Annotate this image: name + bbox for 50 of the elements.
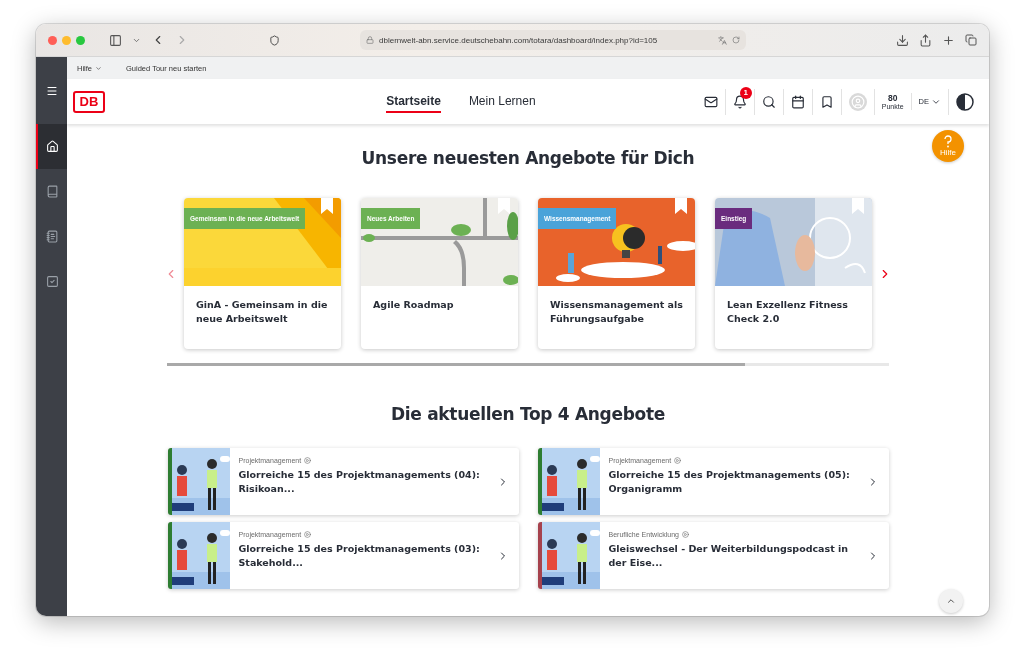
nav-tab[interactable]: Mein Lernen (468, 90, 536, 113)
item-title: Glorreiche 15 des Projektmanagements (04): Risikoan... (238, 468, 481, 496)
chevron-up-icon (946, 596, 956, 606)
address-bar[interactable]: dblernwelt-abn.service.deutschebahn.com/totara/dashboard/index.php?id=105 (360, 30, 746, 50)
play-icon (304, 531, 312, 538)
play-icon (674, 457, 682, 464)
calendar-icon (790, 94, 805, 109)
notification-badge: 1 (739, 86, 752, 99)
translate-icon[interactable] (718, 35, 727, 45)
new-tab-icon[interactable] (942, 33, 955, 47)
chevron-down-icon (95, 64, 102, 72)
card-title: Lean Exzellenz Fitness Check 2.0 (726, 298, 849, 326)
carousel-scrollbar[interactable] (167, 363, 889, 366)
reload-icon[interactable] (732, 36, 740, 44)
mail-icon (703, 94, 718, 109)
sidebar-item[interactable] (36, 124, 67, 169)
contrast-icon (956, 92, 974, 111)
tabs-overview-icon[interactable] (965, 34, 977, 46)
play-icon (681, 531, 689, 538)
shield-icon[interactable] (269, 34, 280, 46)
bell-icon (732, 94, 747, 109)
sidebar-toggle-icon[interactable] (109, 33, 122, 47)
card-title: Wissensmanagement als Führungsaufgabe (549, 298, 684, 326)
download-icon[interactable] (896, 33, 909, 47)
bookmark-icon[interactable] (321, 198, 333, 214)
item-title: Glorreiche 15 des Projektmanagements (03): Stakehold... (238, 542, 481, 570)
lock-icon (366, 36, 374, 44)
bookmark-icon[interactable] (675, 198, 687, 214)
question-icon (943, 135, 953, 148)
window-close-button[interactable] (48, 35, 57, 45)
item-title: Gleiswechsel - Der Weiterbildungspodcast in der Eise... (608, 542, 850, 570)
card-title: GinA - Gemeinsam in die neue Arbeitswelt (195, 298, 329, 326)
section-heading: Die aktuellen Top 4 Angebote (390, 404, 665, 424)
nav-tab[interactable]: Startseite (386, 90, 441, 113)
card-title: Agile Roadmap (372, 298, 455, 312)
notifications-button[interactable]: 1 (725, 88, 755, 115)
search-icon (761, 94, 776, 109)
logo[interactable]: DB (73, 90, 105, 113)
home-icon (46, 140, 59, 153)
avatar (848, 92, 867, 111)
window-zoom-button[interactable] (76, 35, 85, 45)
checkbox-icon (46, 275, 59, 288)
book-icon (46, 185, 59, 198)
item-title: Glorreiche 15 des Projektmanagements (05): Organigramm (608, 468, 851, 496)
notebook-icon (46, 230, 59, 243)
play-icon (304, 457, 312, 464)
section-heading: Unsere neuesten Angebote für Dich (361, 148, 695, 168)
share-icon[interactable] (919, 33, 932, 47)
menu-icon (45, 84, 58, 97)
bookmark-icon (819, 94, 834, 109)
